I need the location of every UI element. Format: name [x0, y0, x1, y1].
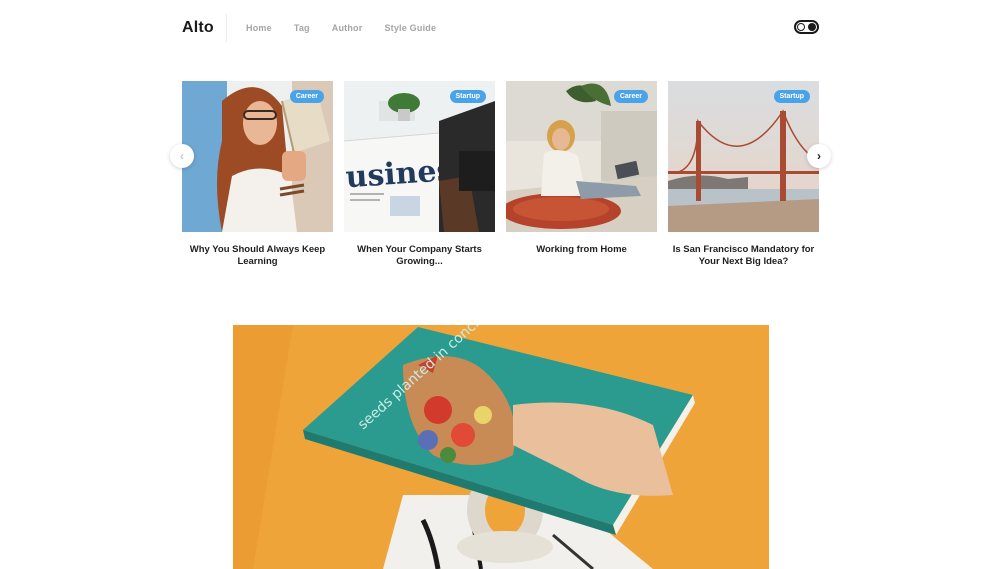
card-image[interactable]: Career [506, 81, 657, 232]
nav-author[interactable]: Author [332, 23, 363, 33]
card-title[interactable]: When Your Company Starts Growing... [344, 244, 495, 267]
nav-home[interactable]: Home [246, 23, 272, 33]
card-image[interactable]: Career [182, 81, 333, 232]
card-title[interactable]: Is San Francisco Mandatory for Your Next… [668, 244, 819, 267]
category-tag[interactable]: Startup [449, 90, 486, 103]
card-image[interactable]: usiness Startup [344, 81, 495, 232]
carousel-card[interactable]: Startup Is San Francisco Mandatory for Y… [668, 81, 819, 267]
woman-reading-image [182, 81, 333, 232]
nav-style-guide[interactable]: Style Guide [384, 23, 436, 33]
card-title[interactable]: Why You Should Always Keep Learning [182, 244, 333, 267]
working-from-home-image [506, 81, 657, 232]
carousel-card[interactable]: Career Why You Should Always Keep Learni… [182, 81, 333, 267]
carousel-next-button[interactable]: › [807, 144, 831, 168]
nav-tag[interactable]: Tag [294, 23, 310, 33]
card-title[interactable]: Working from Home [506, 244, 657, 256]
category-tag[interactable]: Startup [773, 90, 810, 103]
site-header: Alto Home Tag Author Style Guide [0, 0, 1002, 56]
chevron-left-icon: ‹ [180, 149, 184, 163]
site-logo[interactable]: Alto [182, 19, 214, 37]
toggle-knob-dark [808, 23, 816, 31]
main-nav: Home Tag Author Style Guide [246, 23, 458, 33]
featured-carousel: Career Why You Should Always Keep Learni… [182, 81, 819, 281]
category-tag[interactable]: Career [613, 90, 648, 103]
category-tag[interactable]: Career [289, 90, 324, 103]
carousel-prev-button[interactable]: ‹ [170, 144, 194, 168]
newspaper-image: usiness [344, 81, 495, 232]
carousel-card[interactable]: usiness Startup When Your Company Starts… [344, 81, 495, 267]
toggle-knob-light [797, 23, 805, 31]
book-on-stand-image: seeds planted in concrete [233, 325, 769, 569]
carousel-card[interactable]: Career Working from Home [506, 81, 657, 256]
golden-gate-image [668, 81, 819, 232]
theme-toggle[interactable] [794, 20, 819, 34]
nav-divider [226, 14, 227, 42]
card-image[interactable]: Startup [668, 81, 819, 232]
chevron-right-icon: › [817, 149, 821, 163]
featured-post-image[interactable]: seeds planted in concrete [233, 325, 769, 569]
